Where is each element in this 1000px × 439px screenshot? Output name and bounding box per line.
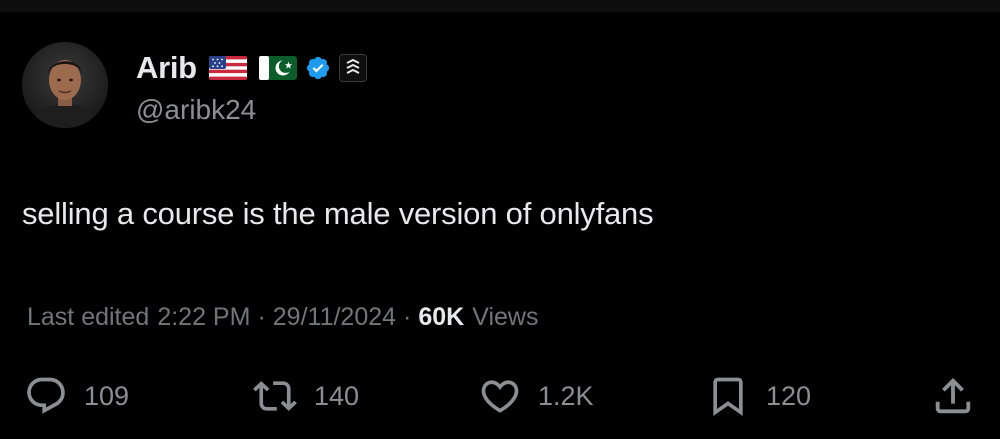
edited-label[interactable]: Last edited xyxy=(27,303,149,332)
user-handle[interactable]: @aribk24 xyxy=(136,94,256,126)
avatar[interactable] xyxy=(22,42,108,128)
share-icon xyxy=(935,377,971,414)
heart-icon xyxy=(481,380,519,413)
reply-count: 109 xyxy=(84,380,130,411)
verified-badge-icon[interactable] xyxy=(305,55,331,81)
affiliate-badge-icon[interactable] xyxy=(338,54,367,82)
share-button[interactable] xyxy=(930,370,976,422)
name-row: Arib xyxy=(136,48,367,88)
views-count: 60K xyxy=(418,303,465,331)
tweet: Arib @aribk24 selling a course is the ma… xyxy=(0,0,1000,439)
like-button[interactable]: 1.2K xyxy=(478,370,594,422)
views-label: Views xyxy=(472,303,539,331)
tweet-meta: Last edited 2:22 PM · 29/11/2024 · 60K V… xyxy=(27,303,539,332)
meta-separator: · xyxy=(403,303,412,331)
like-count: 1.2K xyxy=(538,380,594,411)
tweet-time[interactable]: 2:22 PM xyxy=(157,303,250,332)
bookmark-button[interactable]: 120 xyxy=(706,370,811,422)
pakistan-flag-icon xyxy=(258,55,297,81)
meta-separator: · xyxy=(257,303,266,331)
display-name[interactable]: Arib xyxy=(136,50,197,86)
reply-button[interactable]: 109 xyxy=(24,370,129,422)
retweet-button[interactable]: 140 xyxy=(252,370,359,422)
retweet-count: 140 xyxy=(314,380,360,411)
retweet-icon xyxy=(253,381,297,411)
bookmark-icon xyxy=(713,377,743,417)
reply-icon xyxy=(27,377,65,414)
tweet-text: selling a course is the male version of … xyxy=(22,196,654,231)
tweet-date[interactable]: 29/11/2024 xyxy=(273,303,396,332)
bookmark-count: 120 xyxy=(766,380,812,411)
us-flag-icon xyxy=(208,55,247,81)
action-bar: 109 140 1.2K 120 xyxy=(0,370,1000,422)
